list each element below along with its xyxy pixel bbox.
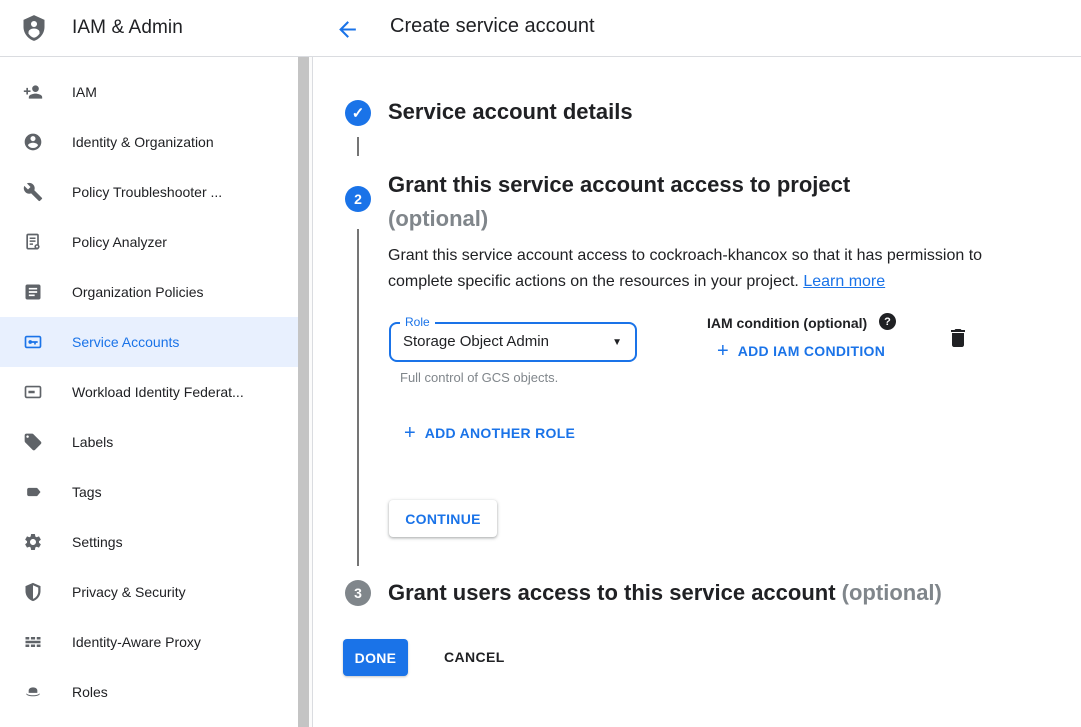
service-account-icon — [23, 332, 43, 352]
step3-number: 3 — [354, 585, 362, 601]
sidebar-item-identity-organization[interactable]: Identity & Organization — [0, 117, 312, 167]
role-select-label: Role — [400, 315, 435, 329]
step1-title[interactable]: Service account details — [388, 99, 633, 125]
sidebar-item-label: Roles — [72, 684, 108, 700]
sidebar-item-label: Policy Troubleshooter ... — [72, 184, 222, 200]
sidebar-scrollbar-thumb[interactable] — [298, 57, 309, 727]
step3-number-badge: 3 — [345, 580, 371, 606]
add-iam-condition-label: ADD IAM CONDITION — [738, 343, 885, 359]
account-circle-icon — [23, 132, 43, 152]
label-tag-icon — [23, 432, 43, 452]
step3-title-text: Grant users access to this service accou… — [388, 580, 836, 605]
sidebar-item-label: Settings — [72, 534, 123, 550]
add-another-role-label: ADD ANOTHER ROLE — [425, 425, 576, 441]
step3-optional-label: (optional) — [842, 580, 942, 605]
wrench-icon — [23, 182, 43, 202]
sidebar-item-label: Workload Identity Federat... — [72, 384, 244, 400]
role-helper-text: Full control of GCS objects. — [400, 370, 558, 385]
trash-icon — [946, 326, 970, 350]
sidebar-item-identity-aware-proxy[interactable]: Identity-Aware Proxy — [0, 617, 312, 667]
sidebar-item-workload-identity-federation[interactable]: Workload Identity Federat... — [0, 367, 312, 417]
step1-complete-icon: ✓ — [345, 100, 371, 126]
plus-icon: + — [717, 341, 729, 361]
article-icon — [23, 282, 43, 302]
sidebar-scrollbar — [298, 57, 312, 727]
stepper-connector-2 — [357, 229, 359, 566]
role-select[interactable]: Role Storage Object Admin ▼ — [389, 322, 637, 362]
stepper-connector-1 — [357, 137, 359, 156]
sidebar-item-roles[interactable]: Roles — [0, 667, 312, 717]
sidebar-item-iam[interactable]: IAM — [0, 67, 312, 117]
help-icon[interactable]: ? — [879, 313, 896, 330]
add-iam-condition-button[interactable]: + ADD IAM CONDITION — [717, 341, 885, 361]
add-another-role-button[interactable]: + ADD ANOTHER ROLE — [404, 423, 575, 443]
sidebar-item-label: Privacy & Security — [72, 584, 186, 600]
step2-number-badge: 2 — [345, 186, 371, 212]
sidebar-item-service-accounts[interactable]: Service Accounts — [0, 317, 312, 367]
help-glyph: ? — [884, 316, 891, 328]
learn-more-link[interactable]: Learn more — [803, 273, 885, 290]
delete-role-button[interactable] — [946, 326, 970, 350]
step2-optional-label: (optional) — [388, 202, 850, 236]
step2-title[interactable]: Grant this service account access to pro… — [388, 168, 850, 236]
iam-condition-label: IAM condition (optional) — [707, 315, 867, 331]
policy-analyzer-icon — [23, 232, 43, 252]
sidebar-item-label: Tags — [72, 484, 102, 500]
description-text: Grant this service account access to coc… — [388, 247, 982, 290]
sidebar-item-privacy-security[interactable]: Privacy & Security — [0, 567, 312, 617]
page-title: Create service account — [390, 15, 595, 38]
sidebar-item-policy-troubleshooter[interactable]: Policy Troubleshooter ... — [0, 167, 312, 217]
grant-access-description: Grant this service account access to coc… — [388, 243, 998, 295]
hat-icon — [23, 682, 43, 702]
product-title: IAM & Admin — [72, 17, 183, 39]
sidebar-item-settings[interactable]: Settings — [0, 517, 312, 567]
sidebar-item-label: Identity-Aware Proxy — [72, 634, 201, 650]
continue-button[interactable]: CONTINUE — [389, 500, 497, 537]
step2-title-text: Grant this service account access to pro… — [388, 168, 850, 202]
proxy-grid-icon — [23, 632, 43, 652]
step2-number: 2 — [354, 191, 362, 207]
sidebar-nav: IAM Identity & Organization Policy Troub… — [0, 57, 313, 727]
step3-title[interactable]: Grant users access to this service accou… — [388, 580, 942, 606]
sidebar-item-labels[interactable]: Labels — [0, 417, 312, 467]
iam-shield-person-icon — [20, 12, 48, 44]
tag-arrow-icon — [23, 482, 43, 502]
shield-icon — [23, 582, 43, 602]
sidebar-item-policy-analyzer[interactable]: Policy Analyzer — [0, 217, 312, 267]
plus-icon: + — [404, 423, 416, 443]
iam-admin-page: IAM & Admin Create service account IAM I… — [0, 0, 1081, 727]
sidebar-item-organization-policies[interactable]: Organization Policies — [0, 267, 312, 317]
sidebar-item-label: Identity & Organization — [72, 134, 214, 150]
sidebar-item-tags[interactable]: Tags — [0, 467, 312, 517]
chevron-down-icon: ▼ — [612, 337, 622, 348]
person-add-icon — [23, 82, 43, 102]
sidebar-item-label: IAM — [72, 84, 97, 100]
sidebar-item-label: Policy Analyzer — [72, 234, 167, 250]
sidebar-item-label: Organization Policies — [72, 284, 204, 300]
top-header: IAM & Admin Create service account — [0, 0, 1081, 57]
check-icon: ✓ — [352, 106, 365, 121]
product-brand: IAM & Admin — [0, 0, 313, 56]
sidebar-item-label: Labels — [72, 434, 113, 450]
role-select-value: Storage Object Admin — [403, 333, 549, 350]
back-button[interactable] — [332, 14, 362, 44]
done-button[interactable]: DONE — [343, 639, 408, 676]
cancel-button[interactable]: CANCEL — [444, 649, 505, 665]
sidebar-item-label: Service Accounts — [72, 334, 179, 350]
card-icon — [23, 382, 43, 402]
gear-icon — [23, 532, 43, 552]
